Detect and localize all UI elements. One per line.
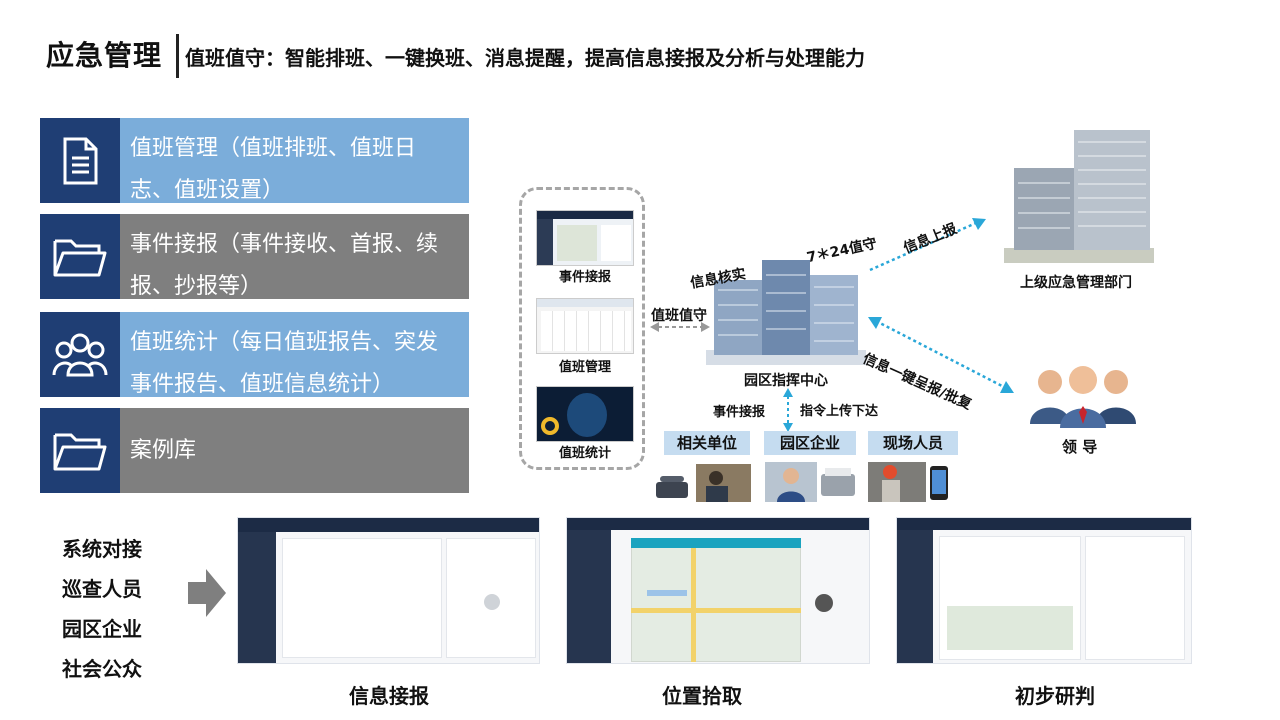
source-item: 巡查人员 — [62, 577, 142, 601]
system-screens-panel: 事件接报 值班管理 值班统计 — [519, 187, 645, 470]
unit-label-field-staff: 现场人员 — [868, 431, 958, 455]
panel-caption: 值班管理 — [558, 360, 611, 375]
folder-icon — [40, 214, 120, 299]
leaders-icon — [1030, 366, 1136, 428]
duty-management-screen-thumbnail — [536, 298, 634, 354]
people-group-icon — [40, 312, 120, 397]
menu-item-label: 事件接报（事件接收、首报、续报、抄报等） — [120, 214, 469, 299]
preliminary-analysis-screenshot — [896, 517, 1192, 664]
menu-item-duty-statistics[interactable]: 值班统计（每日值班报告、突发事件报告、值班信息统计） — [40, 312, 469, 397]
upper-dept-label: 上级应急管理部门 — [1020, 275, 1132, 291]
page-subtitle: 值班值守：智能排班、一键换班、消息提醒，提高信息接报及分析与处理能力 — [185, 46, 865, 70]
menu-item-event-report[interactable]: 事件接报（事件接收、首报、续报、抄报等） — [40, 214, 469, 299]
menu-item-label: 值班管理（值班排班、值班日志、值班设置） — [120, 118, 469, 203]
title-divider — [176, 34, 179, 78]
document-icon — [40, 118, 120, 203]
command-label: 指令上传下达 — [800, 404, 879, 419]
double-arrow-vertical-icon — [783, 388, 793, 432]
panel-caption: 值班统计 — [558, 446, 611, 461]
office-worker-photo-icon — [765, 462, 855, 502]
menu-item-label: 案例库 — [120, 408, 469, 493]
double-arrow-icon — [650, 322, 710, 332]
event-report-label: 事件接报 — [713, 405, 766, 420]
screenshot-caption: 信息接报 — [349, 684, 429, 708]
source-item: 园区企业 — [62, 617, 142, 641]
field-worker-photo-icon — [868, 462, 948, 502]
event-report-screen-thumbnail — [536, 210, 634, 266]
screenshot-caption: 位置拾取 — [662, 684, 742, 708]
source-item: 系统对接 — [62, 537, 142, 561]
folder-icon — [40, 408, 120, 493]
location-picker-screenshot — [566, 517, 870, 664]
source-item: 社会公众 — [62, 657, 142, 681]
arrow-right-icon — [188, 569, 226, 617]
screenshot-caption: 初步研判 — [1015, 684, 1095, 708]
telephone-photo-icon — [656, 464, 751, 502]
unit-label-related: 相关单位 — [664, 431, 750, 455]
page-title: 应急管理 — [46, 39, 163, 72]
menu-item-case-library[interactable]: 案例库 — [40, 408, 469, 493]
panel-caption: 事件接报 — [558, 270, 611, 285]
duty-statistics-screen-thumbnail — [536, 386, 634, 442]
info-report-screenshot — [237, 517, 540, 664]
government-building-icon — [1004, 130, 1154, 263]
menu-item-label: 值班统计（每日值班报告、突发事件报告、值班信息统计） — [120, 312, 469, 397]
source-list: 系统对接 巡查人员 园区企业 社会公众 — [62, 534, 142, 694]
unit-label-enterprise: 园区企业 — [764, 431, 856, 455]
leader-label: 领 导 — [1062, 438, 1098, 456]
menu-item-duty-management[interactable]: 值班管理（值班排班、值班日志、值班设置） — [40, 118, 469, 203]
center-label: 园区指挥中心 — [744, 373, 828, 389]
